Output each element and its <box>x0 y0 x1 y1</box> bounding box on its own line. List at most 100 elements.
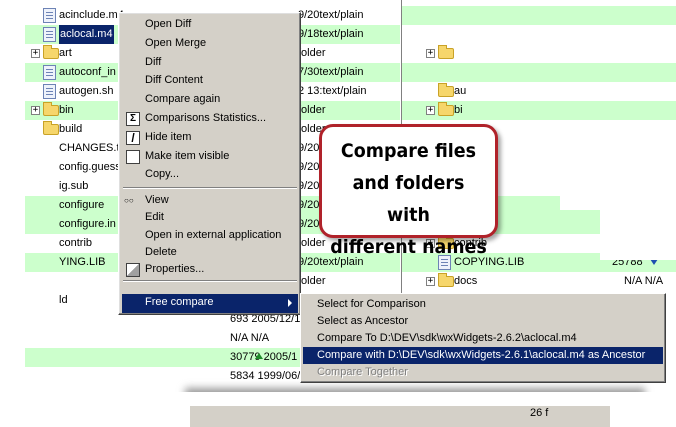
menu-item[interactable]: Diff Content <box>122 72 298 91</box>
file-info: 9/20text/plain <box>298 9 364 21</box>
submenu-item[interactable]: Compare To D:\DEV\sdk\wxWidgets-2.6.2\ac… <box>303 330 663 347</box>
menu-item[interactable]: Copy... <box>122 166 298 185</box>
file-info: 9/20 <box>298 199 320 211</box>
menu-item[interactable]: Σ Comparisons Statistics... <box>122 110 298 129</box>
free-compare-submenu: Select for Comparison Select as Ancestor C… <box>300 293 666 383</box>
sigma-icon: Σ <box>126 112 140 126</box>
newer-arrow-icon <box>255 353 263 359</box>
submenu-item[interactable]: Compare with D:\DEV\sdk\wxWidgets-2.6.1\… <box>303 347 663 364</box>
menu-item-label: Open Merge <box>145 36 207 49</box>
file-info: 9/20 <box>298 161 320 173</box>
menu-item-label: View <box>145 194 169 207</box>
file-name: configure.in <box>59 218 116 230</box>
folder-icon <box>438 273 454 287</box>
menu-item-label: Open in external application <box>145 228 282 241</box>
menu-item-label: Copy... <box>145 168 180 181</box>
expand-toggle-icon[interactable]: + <box>31 49 40 58</box>
menu-separator <box>123 187 297 190</box>
folder-icon <box>438 45 454 59</box>
folder-icon <box>43 102 59 116</box>
table-row[interactable] <box>402 25 676 44</box>
file-info: N/A N/A <box>230 332 270 344</box>
expand-toggle-icon[interactable]: + <box>426 49 435 58</box>
file-name: art <box>59 47 72 59</box>
menu-item-label: Open Diff <box>145 18 192 30</box>
menu-item[interactable]: Diff <box>122 54 298 73</box>
folder-icon <box>438 83 454 97</box>
folder-icon <box>43 121 59 135</box>
menu-item[interactable]: Open Diff <box>122 16 298 35</box>
visible-icon <box>126 149 140 164</box>
file-icon <box>43 84 56 99</box>
file-name: config.guess <box>59 161 121 173</box>
expand-toggle-icon[interactable]: + <box>31 106 40 115</box>
menu-item-label: Hide item <box>145 130 192 143</box>
menu-item-label: Properties... <box>145 263 205 275</box>
menu-item-label: Diff <box>145 55 162 68</box>
submenu-item[interactable]: Select for Comparison <box>303 296 663 313</box>
submenu-item[interactable]: Select as Ancestor <box>303 313 663 330</box>
menu-item[interactable]: Delete <box>122 244 298 263</box>
menu-item[interactable]: Edit <box>122 209 298 228</box>
torn-edge-right-2 <box>560 150 600 210</box>
table-row[interactable]: + docs N/A N/A <box>402 272 676 291</box>
file-info: 9/20 <box>298 180 320 192</box>
file-name: acinclude.m4 <box>59 9 124 21</box>
file-name: YING.LIB <box>59 256 106 268</box>
menu-item[interactable]: Compare again <box>122 91 298 110</box>
file-info: 2 13:text/plain <box>298 85 367 97</box>
file-name: build <box>59 123 83 135</box>
callout-line-2: and folders with <box>352 172 465 226</box>
file-name: ig.sub <box>59 180 89 192</box>
callout-line-1: Compare files <box>340 140 477 162</box>
file-name: bi <box>454 104 463 116</box>
file-name: autoconf_in <box>59 66 116 78</box>
file-info: folder <box>298 104 326 116</box>
table-row[interactable]: + <box>402 44 676 63</box>
menu-item[interactable]: ○○ View <box>122 192 298 211</box>
menu-item-label: Free compare <box>145 296 214 308</box>
menu-item-label: Edit <box>145 211 164 224</box>
submenu-item: Compare Together <box>317 366 408 378</box>
menu-item[interactable]: Properties... <box>122 261 298 280</box>
menu-item[interactable]: Make item visible <box>122 148 298 167</box>
left-gutter <box>0 0 25 427</box>
file-name: aclocal.m4 <box>59 25 114 44</box>
file-name: au <box>454 85 467 97</box>
menu-item-label: Compare again <box>145 93 221 106</box>
callout-text: Compare files and folders with different… <box>329 135 488 263</box>
menu-item-label: Comparisons Statistics... <box>145 112 267 124</box>
expand-toggle-icon[interactable]: + <box>426 277 435 286</box>
file-name: ld <box>59 294 68 306</box>
file-info: 30779 2005/1 <box>230 351 298 363</box>
file-info: folder <box>298 47 326 59</box>
folder-icon <box>43 45 59 59</box>
file-name: bin <box>59 104 74 116</box>
submenu-arrow-icon <box>288 299 292 307</box>
table-row[interactable]: + bi <box>402 101 676 120</box>
feature-callout: Compare files and folders with different… <box>319 124 498 258</box>
menu-item-label: Diff Content <box>145 74 203 87</box>
status-fragment: 26 f <box>530 407 549 419</box>
menu-item-label: Delete <box>145 245 177 258</box>
table-row[interactable]: au <box>402 82 676 101</box>
table-row[interactable] <box>402 63 676 82</box>
file-info: folder <box>298 275 326 287</box>
menu-separator <box>123 280 297 283</box>
torn-edge-right <box>600 150 676 260</box>
table-row[interactable] <box>402 6 676 25</box>
file-name: docs <box>454 275 478 287</box>
menu-item[interactable]: Open Merge <box>122 35 298 54</box>
context-menu: Open Diff Open Merge Diff Diff Content Compa… <box>118 12 301 315</box>
menu-item[interactable]: Free compare <box>122 294 298 313</box>
glasses-icon: ○○ <box>124 196 134 206</box>
file-icon <box>43 27 56 42</box>
menu-item[interactable]: / Hide item <box>122 129 298 148</box>
folder-icon <box>438 102 454 116</box>
expand-toggle-icon[interactable]: + <box>426 106 435 115</box>
hide-icon: / <box>126 130 140 145</box>
file-name: contrib <box>59 237 93 249</box>
file-name: autogen.sh <box>59 85 114 97</box>
file-name: configure <box>59 199 105 211</box>
menu-item[interactable]: Open in external application <box>122 227 298 246</box>
